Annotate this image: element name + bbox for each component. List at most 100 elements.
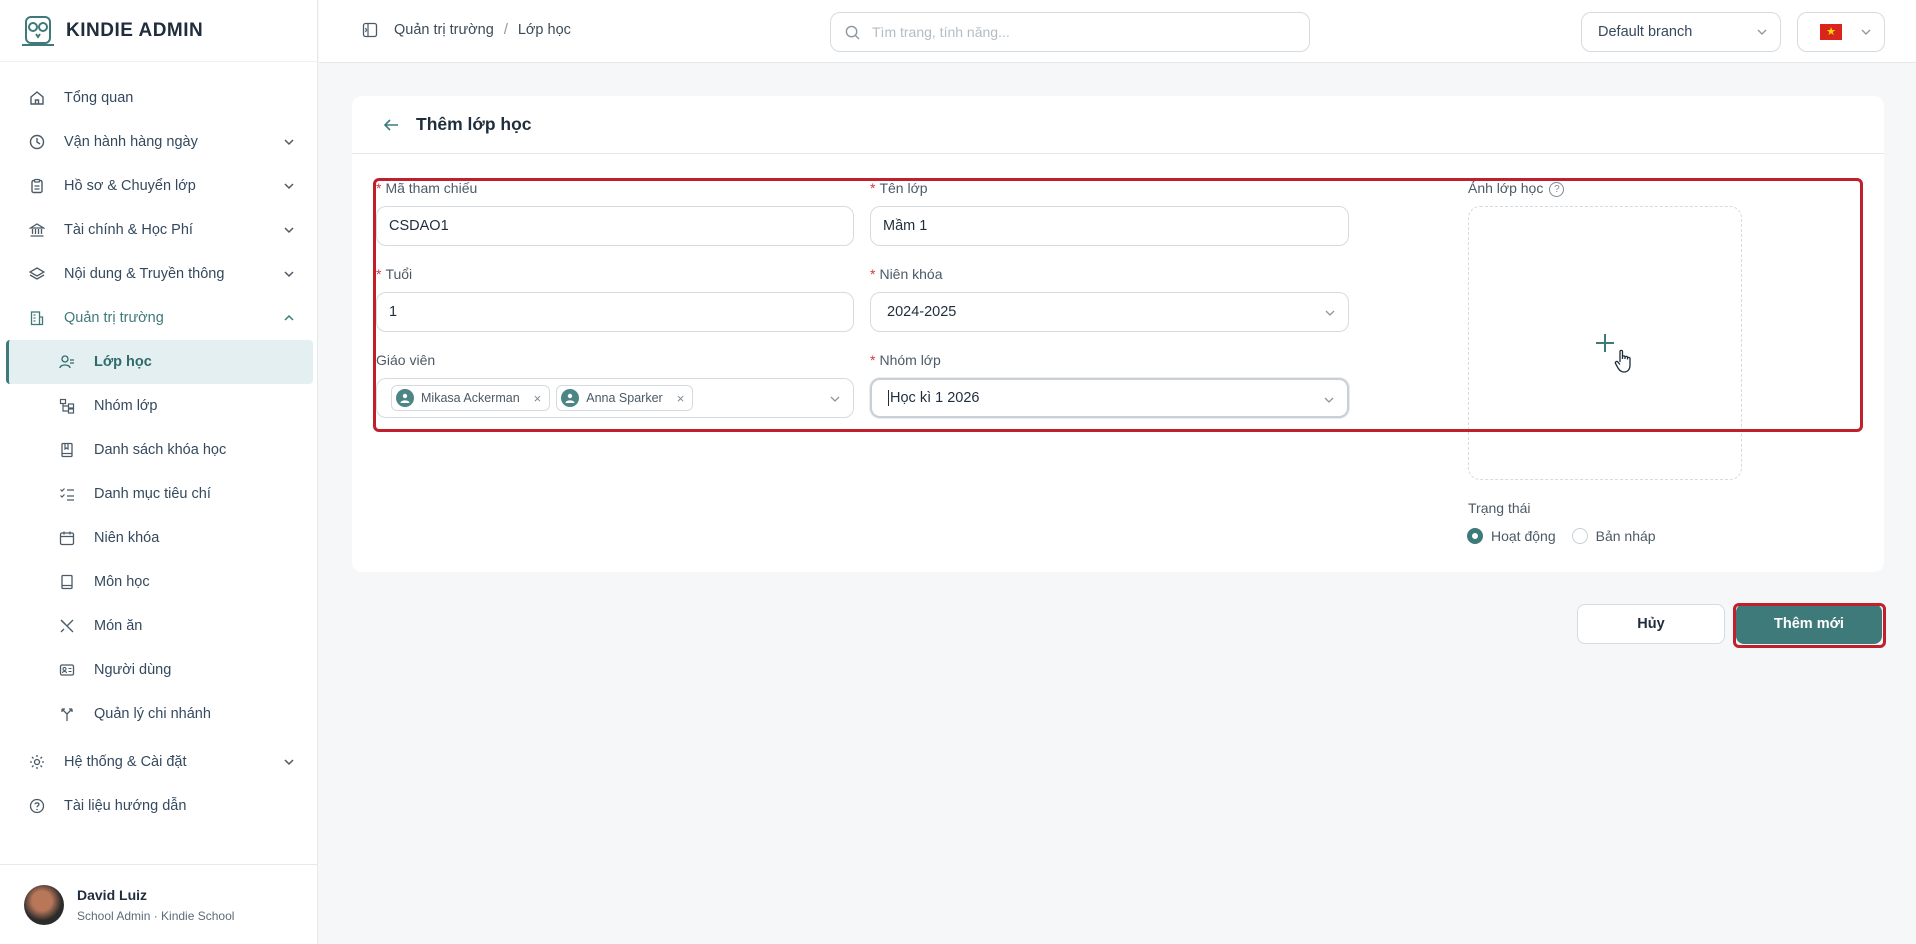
chevron-down-icon <box>284 227 294 234</box>
sidebar-item-label: Quản trị trường <box>64 310 164 326</box>
school-year-select[interactable]: 2024-2025 <box>870 292 1349 332</box>
help-icon[interactable]: ? <box>1549 181 1565 197</box>
book-list-icon <box>58 441 76 459</box>
teacher-multiselect[interactable]: Mikasa Ackerman × Anna Sparker × <box>376 378 854 418</box>
gear-icon <box>28 753 46 771</box>
vietnam-flag-icon: ★ <box>1820 24 1842 40</box>
user-avatar-icon <box>396 389 414 407</box>
sidebar-item-label: Tổng quan <box>64 90 134 106</box>
sidebar-item-label: Nội dung & Truyền thông <box>64 266 225 282</box>
breadcrumb-item[interactable]: Quản trị trường <box>394 22 494 38</box>
class-group-select[interactable]: Học kì 1 2026 <box>870 378 1349 418</box>
sidebar-item-label: Hồ sơ & Chuyển lớp <box>64 178 196 194</box>
sidebar-item-label: Quản lý chi nhánh <box>94 706 211 722</box>
radio-unchecked[interactable] <box>1571 528 1588 544</box>
search-input[interactable] <box>870 23 1309 41</box>
chevron-down-icon <box>284 139 294 146</box>
sidebar-item-subjects[interactable]: Môn học <box>6 560 313 604</box>
image-upload[interactable] <box>1468 206 1742 480</box>
class-name-field[interactable]: Mầm 1 <box>870 206 1349 246</box>
back-arrow-icon[interactable] <box>382 116 400 134</box>
user-avatar-icon <box>561 389 580 407</box>
sidebar-item-label: Người dùng <box>94 662 172 678</box>
status-radio-group: Hoạt động Bản nháp <box>1467 528 1672 544</box>
age-field[interactable]: 1 <box>376 292 854 332</box>
age-label: * Tuổi <box>376 266 413 282</box>
chevron-up-icon <box>284 314 294 321</box>
radio-checked[interactable] <box>1467 528 1483 544</box>
sidebar-item-criteria[interactable]: Danh mục tiêu chí <box>6 472 313 516</box>
hand-pointer-icon <box>1614 349 1631 373</box>
page-title: Thêm lớp học <box>416 114 532 134</box>
sidebar-item-school-admin[interactable]: Quản trị trường <box>0 296 317 340</box>
avatar <box>24 884 64 925</box>
sidebar-item-docs[interactable]: Tài liệu hướng dẫn <box>0 784 317 828</box>
status-option-active[interactable]: Hoạt động <box>1467 528 1556 544</box>
status-label: Trạng thái <box>1468 500 1531 516</box>
sidebar-item-content[interactable]: Nội dung & Truyền thông <box>0 252 317 296</box>
sidebar-item-label: Lớp học <box>94 354 152 370</box>
language-select[interactable]: ★ <box>1797 12 1885 52</box>
sidebar-toggle-icon[interactable] <box>362 22 378 38</box>
sidebar: KINDIE ADMIN Tổng quan Vận hành hàng ngà… <box>0 0 318 944</box>
group-tree-icon <box>58 397 76 415</box>
sidebar-item-daily-ops[interactable]: Vận hành hàng ngày <box>0 120 317 164</box>
chevron-down-icon <box>1324 397 1334 403</box>
sidebar-item-label: Nhóm lớp <box>94 398 158 414</box>
sidebar-item-label: Niên khóa <box>94 530 160 546</box>
book-icon <box>58 573 76 591</box>
chevron-down-icon <box>284 271 294 278</box>
building-icon <box>28 309 46 327</box>
app-name: KINDIE ADMIN <box>66 19 204 41</box>
ref-field[interactable]: CSDAO1 <box>376 206 854 246</box>
sidebar-item-label: Danh sách khóa học <box>94 442 227 458</box>
sidebar-item-label: Vận hành hàng ngày <box>64 134 198 150</box>
sidebar-item-label: Môn học <box>94 574 150 590</box>
image-label: Ảnh lớp học? <box>1468 180 1565 197</box>
chevron-down-icon <box>1757 29 1767 35</box>
help-icon <box>28 797 46 815</box>
topbar: Quản trị trường / Lớp học Default branch… <box>319 0 1916 63</box>
sidebar-item-users[interactable]: Người dùng <box>6 648 313 692</box>
sidebar-item-label: Hệ thống & Cài đặt <box>64 754 187 770</box>
breadcrumb-current: Lớp học <box>517 22 571 38</box>
sidebar-item-label: Món ăn <box>94 618 143 634</box>
sidebar-item-classes[interactable]: Lớp học <box>6 340 313 384</box>
sidebar-item-class-groups[interactable]: Nhóm lớp <box>6 384 313 428</box>
year-label: * Niên khóa <box>870 266 943 282</box>
close-icon[interactable]: × <box>677 391 685 406</box>
cancel-button[interactable]: Hủy <box>1577 604 1725 644</box>
calendar-icon <box>58 529 76 547</box>
user-profile[interactable]: David Luiz School Admin · Kindie School <box>0 864 318 944</box>
sidebar-item-school-year[interactable]: Niên khóa <box>6 516 313 560</box>
id-card-icon <box>58 661 76 679</box>
status-option-draft[interactable]: Bản nháp <box>1571 528 1656 544</box>
user-role: School Admin · Kindie School <box>77 908 235 923</box>
chevron-down-icon <box>284 759 294 766</box>
submit-button[interactable]: Thêm mới <box>1736 604 1882 644</box>
clock-icon <box>28 133 46 151</box>
sidebar-item-branches[interactable]: Quản lý chi nhánh <box>6 692 313 736</box>
checklist-icon <box>58 485 76 503</box>
brand[interactable]: KINDIE ADMIN <box>0 0 317 62</box>
sidebar-item-profiles[interactable]: Hồ sơ & Chuyển lớp <box>0 164 317 208</box>
teacher-tag-label: Anna Sparker <box>586 391 663 405</box>
chevron-down-icon <box>284 183 294 190</box>
close-icon[interactable]: × <box>534 391 542 406</box>
sidebar-item-overview[interactable]: Tổng quan <box>0 76 317 120</box>
sidebar-item-course-list[interactable]: Danh sách khóa học <box>6 428 313 472</box>
sidebar-item-settings[interactable]: Hệ thống & Cài đặt <box>0 740 317 784</box>
sidebar-item-meals[interactable]: Món ăn <box>6 604 313 648</box>
teacher-tag: Anna Sparker × <box>556 385 694 411</box>
utensils-icon <box>58 617 76 635</box>
ref-label: * Mã tham chiếu <box>376 180 478 196</box>
teacher-label: Giáo viên <box>376 352 436 368</box>
search-icon <box>845 25 860 40</box>
name-label: * Tên lớp <box>870 180 928 196</box>
card-header: Thêm lớp học <box>352 96 1884 154</box>
search-box[interactable] <box>830 12 1310 52</box>
user-name: David Luiz <box>77 886 148 903</box>
sidebar-item-finance[interactable]: Tài chính & Học Phí <box>0 208 317 252</box>
branch-select[interactable]: Default branch <box>1581 12 1781 52</box>
sidebar-item-label: Tài liệu hướng dẫn <box>64 798 187 814</box>
